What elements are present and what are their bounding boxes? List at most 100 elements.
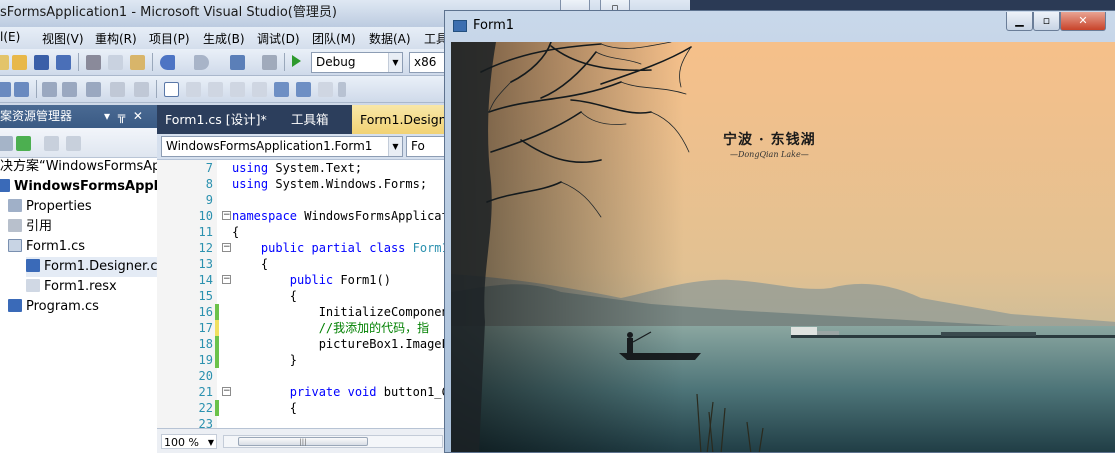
copy-icon[interactable] <box>108 55 123 70</box>
bookmark-next-icon[interactable] <box>208 82 223 97</box>
scrollbar-thumb[interactable]: ||| <box>238 437 368 446</box>
change-marker <box>215 336 219 352</box>
zoom-dropdown[interactable]: 100 % ▼ <box>161 434 217 449</box>
open-folder-icon[interactable] <box>12 55 27 70</box>
tree-item-form1-designer[interactable]: Form1.Designer.cs <box>26 257 157 277</box>
photo-caption: 宁波 · 东钱湖 —DongQian Lake— <box>723 129 816 159</box>
solution-platform-select[interactable]: x86 <box>409 52 449 73</box>
paste-icon[interactable] <box>130 55 145 70</box>
maximize-button[interactable]: ▫ <box>1033 12 1060 31</box>
cut-icon[interactable] <box>86 55 101 70</box>
menu-team[interactable]: 团队(M) <box>312 30 356 47</box>
rectangle-icon[interactable] <box>164 82 179 97</box>
panel-pin-close-icon[interactable]: ▾ ╦ ✕ <box>104 105 145 127</box>
zoom-value: 100 % <box>164 436 199 449</box>
code-line: private void button1_C <box>232 384 447 400</box>
start-debugging-icon[interactable] <box>292 55 301 67</box>
code-token: private void <box>289 385 384 399</box>
type-dropdown-value: WindowsFormsApplication1.Form1 <box>166 139 373 153</box>
tree-item-solution[interactable]: 决方案“WindowsFormsAp <box>0 157 157 177</box>
chevron-down-icon: ▼ <box>388 137 402 156</box>
redo-icon[interactable] <box>194 55 209 70</box>
uncomment-icon[interactable] <box>110 82 125 97</box>
bookmark-prev-icon[interactable] <box>186 82 201 97</box>
toolbar-overflow-icon[interactable] <box>338 82 346 97</box>
minimize-button[interactable]: ▁ <box>1006 12 1033 31</box>
bookmark-window-icon[interactable] <box>296 82 311 97</box>
tree-item-program[interactable]: Program.cs <box>8 297 99 317</box>
tree-item-project[interactable]: WindowsFormsApplicat <box>0 177 157 197</box>
menu-data[interactable]: 数据(A) <box>369 30 411 47</box>
csharp-file-icon <box>8 299 22 312</box>
align-left-icon[interactable] <box>86 82 101 97</box>
collapse-icon[interactable]: − <box>222 275 231 284</box>
form1-window: Form1 ▁ ▫ ✕ 宁波 · 东钱湖 —DongQian Lake— <box>444 10 1115 453</box>
line-number: 10 <box>198 209 213 223</box>
code-token: using <box>232 161 276 175</box>
change-marker <box>215 304 219 320</box>
menu-refactor[interactable]: 重构(R) <box>95 30 137 47</box>
tab-form1-designer-cs[interactable]: Form1.Designe <box>352 105 447 134</box>
bookmark-clear-icon[interactable] <box>252 82 267 97</box>
code-token: Form1() <box>340 273 391 287</box>
editor-status-bar: 100 % ▼ ||| <box>157 428 447 453</box>
change-marker <box>215 352 219 368</box>
line-number: 22 <box>198 401 213 415</box>
menu-build[interactable]: 生成(B) <box>203 30 245 47</box>
properties-icon[interactable] <box>0 136 13 151</box>
menu-view[interactable]: 视图(V) <box>42 30 84 47</box>
tree-item-properties[interactable]: Properties <box>8 197 92 217</box>
references-icon <box>8 219 22 232</box>
member-dropdown[interactable]: Fo <box>406 136 447 157</box>
line-number: 15 <box>198 289 213 303</box>
find-icon[interactable] <box>318 82 333 97</box>
menu-edit[interactable]: l(E) <box>0 30 20 44</box>
tab-form1-designer[interactable]: Form1.cs [设计]* <box>157 105 275 134</box>
code-token: WindowsFormsApplicat <box>304 209 447 223</box>
toolbar-separator <box>284 53 285 71</box>
tree-item-label: Form1.resx <box>44 279 117 294</box>
new-project-icon[interactable] <box>0 55 9 70</box>
code-line: InitializeComponen <box>232 304 447 320</box>
collapse-icon[interactable]: − <box>222 211 231 220</box>
navigation-bar: WindowsFormsApplication1.Form1 ▼ Fo <box>157 134 447 160</box>
save-icon[interactable] <box>34 55 49 70</box>
tree-item-form1[interactable]: Form1.cs <box>8 237 85 257</box>
show-all-files-icon[interactable] <box>44 136 59 151</box>
navigate-back-icon[interactable] <box>230 55 245 70</box>
chevron-down-icon: ▼ <box>388 53 402 72</box>
menu-project[interactable]: 项目(P) <box>149 30 190 47</box>
navigate-forward-icon[interactable] <box>262 55 277 70</box>
picture-box[interactable]: 宁波 · 东钱湖 —DongQian Lake— <box>451 42 1115 452</box>
toolbar-separator <box>152 53 153 71</box>
tree-item-label: 引用 <box>26 219 53 234</box>
tree-item-form1-resx[interactable]: Form1.resx <box>26 277 117 297</box>
collapse-icon[interactable]: − <box>222 243 231 252</box>
horizontal-scrollbar[interactable]: ||| <box>223 435 443 448</box>
line-number: 9 <box>205 193 213 207</box>
type-dropdown[interactable]: WindowsFormsApplication1.Form1 ▼ <box>161 136 403 157</box>
tab-toolbox[interactable]: 工具箱 <box>283 105 337 134</box>
line-number: 12 <box>198 241 213 255</box>
bookmark-folder-icon[interactable] <box>230 82 245 97</box>
code-token: { <box>232 401 298 415</box>
vs-window-title: sFormsApplication1 - Microsoft Visual St… <box>0 5 337 20</box>
code-token: button1_C <box>383 385 447 399</box>
comment-icon[interactable] <box>42 82 57 97</box>
format-icon[interactable] <box>62 82 77 97</box>
tree-item-references[interactable]: 引用 <box>8 217 52 237</box>
code-line: public Form1() <box>232 272 391 288</box>
outdent-icon[interactable] <box>0 82 11 97</box>
collapse-icon[interactable]: − <box>222 387 231 396</box>
save-all-icon[interactable] <box>56 55 71 70</box>
bookmark-icon[interactable] <box>134 82 149 97</box>
solution-configuration-select[interactable]: Debug ▼ <box>311 52 403 73</box>
refresh-icon[interactable] <box>16 136 31 151</box>
undo-icon[interactable] <box>160 55 175 70</box>
menu-debug[interactable]: 调试(D) <box>257 30 300 47</box>
view-class-diagram-icon[interactable] <box>66 136 81 151</box>
indent-icon[interactable] <box>14 82 29 97</box>
code-token: System.Text; <box>275 161 363 175</box>
bookmark-toggle-icon[interactable] <box>274 82 289 97</box>
close-button[interactable]: ✕ <box>1060 12 1106 31</box>
